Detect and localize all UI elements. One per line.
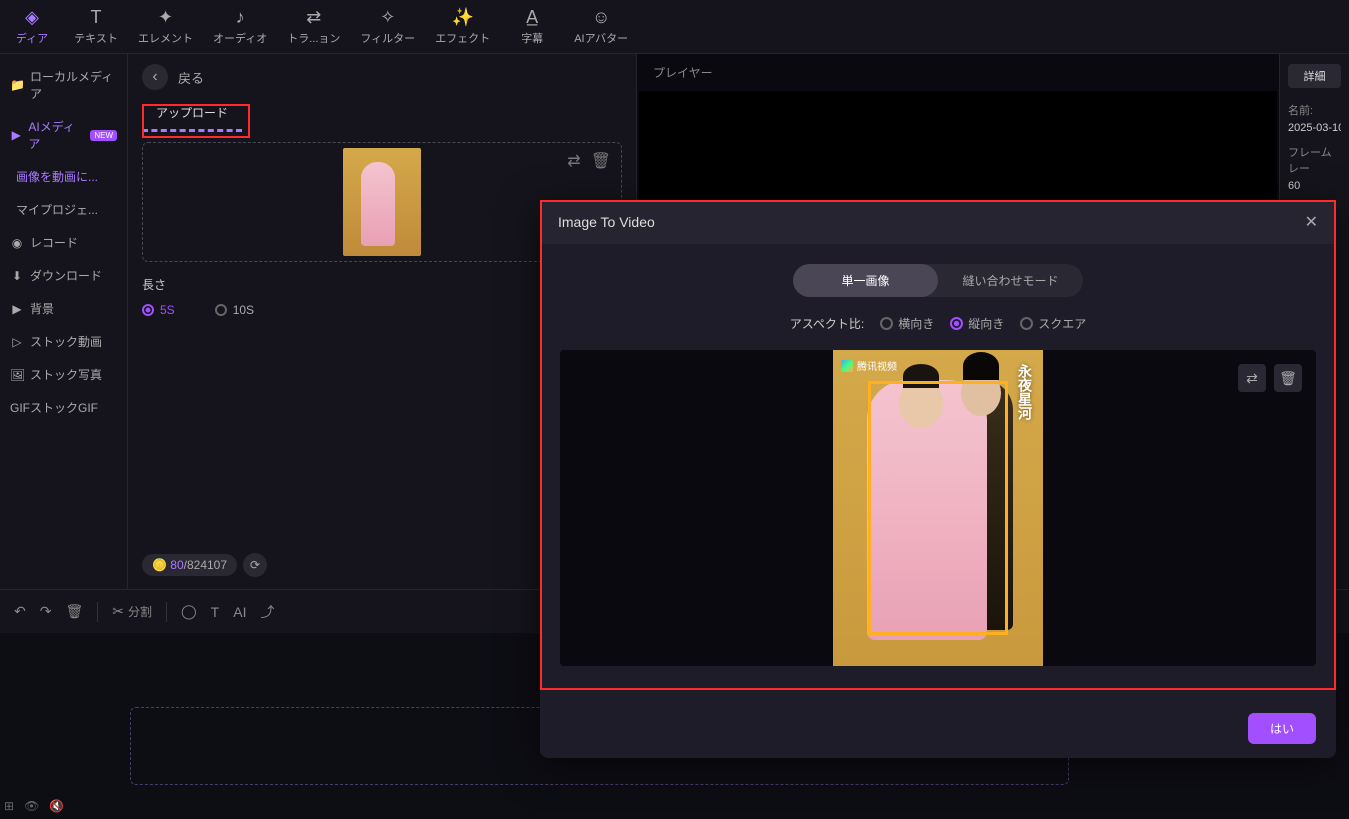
image-to-video-modal: Image To Video ✕ 単一画像 縫い合わせモード アスペクト比: 横…: [540, 200, 1336, 758]
mode-stitch-label: 縫い合わせモード: [962, 274, 1058, 288]
mode-single-label: 単一画像: [841, 274, 889, 288]
aspect-label: アスペクト比:: [790, 315, 865, 332]
preview-image[interactable]: 腾讯视频 永夜星河: [833, 350, 1043, 666]
modal-close-button[interactable]: ✕: [1305, 212, 1318, 232]
swap-icon: ⇄: [1246, 370, 1258, 387]
close-icon: ✕: [1305, 214, 1318, 231]
aspect-landscape-label: 横向き: [898, 315, 934, 332]
confirm-button[interactable]: はい: [1248, 713, 1316, 744]
title-characters: 永夜星河: [1015, 364, 1035, 420]
watermark-text: 腾讯视频: [857, 358, 897, 373]
radio-circle-icon: [1020, 317, 1033, 330]
aspect-landscape[interactable]: 横向き: [880, 315, 934, 332]
crop-handle-br[interactable]: [994, 621, 1008, 635]
preview-box: 腾讯视频 永夜星河 ⇄ 🗑: [560, 350, 1316, 666]
modal-title: Image To Video: [558, 214, 655, 230]
delete-image-button[interactable]: 🗑: [1274, 364, 1302, 392]
radio-circle-icon: [880, 317, 893, 330]
mode-toggle: 単一画像 縫い合わせモード: [793, 264, 1083, 297]
confirm-label: はい: [1270, 722, 1294, 736]
mode-single[interactable]: 単一画像: [793, 264, 938, 297]
watermark: 腾讯视频: [841, 358, 897, 373]
crop-frame[interactable]: [868, 381, 1008, 635]
aspect-square[interactable]: スクエア: [1020, 315, 1086, 332]
aspect-square-label: スクエア: [1038, 315, 1086, 332]
swap-image-button[interactable]: ⇄: [1238, 364, 1266, 392]
aspect-portrait-label: 縦向き: [968, 315, 1004, 332]
crop-handle-tl[interactable]: [868, 381, 882, 395]
aspect-portrait[interactable]: 縦向き: [950, 315, 1004, 332]
radio-dot-icon: [950, 317, 963, 330]
crop-handle-tr[interactable]: [994, 381, 1008, 395]
crop-handle-bl[interactable]: [868, 621, 882, 635]
tencent-icon: [841, 360, 853, 372]
mode-stitch[interactable]: 縫い合わせモード: [938, 264, 1083, 297]
modal-backdrop: Image To Video ✕ 単一画像 縫い合わせモード アスペクト比: 横…: [0, 0, 1349, 819]
trash-icon: 🗑: [1279, 370, 1297, 387]
